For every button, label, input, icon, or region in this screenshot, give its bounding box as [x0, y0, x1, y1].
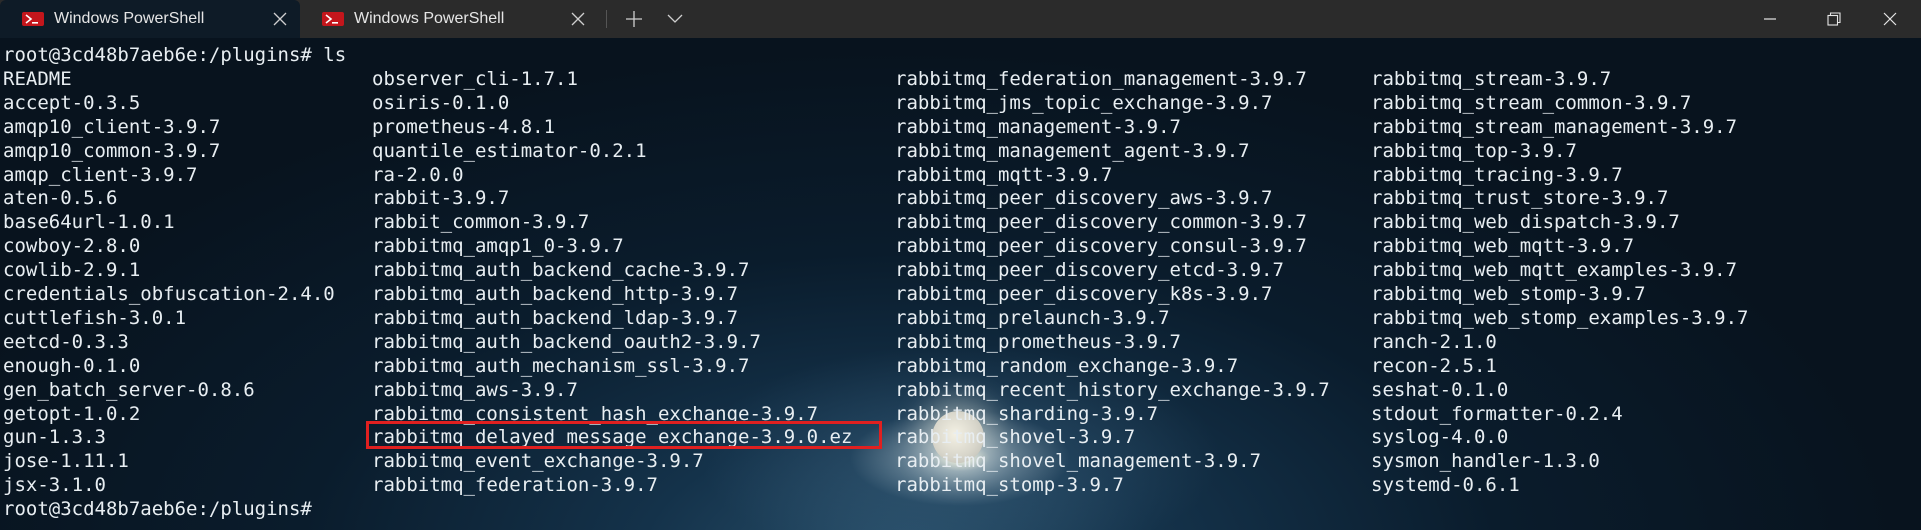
file-entry: rabbitmq_tracing-3.9.7 — [1371, 163, 1623, 186]
file-entry: amqp_client-3.9.7 — [3, 163, 198, 186]
powershell-icon — [22, 12, 44, 26]
file-entry: rabbitmq_stream_management-3.9.7 — [1371, 115, 1738, 138]
file-entry: rabbitmq_web_mqtt_examples-3.9.7 — [1371, 259, 1738, 282]
file-entry: quantile_estimator-0.2.1 — [372, 139, 647, 162]
minimize-button[interactable] — [1740, 0, 1800, 38]
close-tab-icon[interactable] — [568, 9, 588, 29]
file-entry: gun-1.3.3 — [3, 426, 106, 449]
file-entry: rabbitmq_amqp1_0-3.9.7 — [372, 235, 624, 258]
file-entry: aten-0.5.6 — [3, 187, 118, 210]
file-entry: ra-2.0.0 — [372, 163, 464, 186]
file-entry: rabbitmq_peer_discovery_common-3.9.7 — [895, 211, 1307, 234]
file-entry: accept-0.3.5 — [3, 91, 141, 114]
restore-icon — [1827, 12, 1841, 26]
file-entry: eetcd-0.3.3 — [3, 330, 129, 353]
file-entry: rabbitmq_web_stomp_examples-3.9.7 — [1371, 306, 1749, 329]
file-entry: osiris-0.1.0 — [372, 91, 510, 114]
file-entry: rabbitmq_sharding-3.9.7 — [895, 402, 1159, 425]
tab-powershell-2[interactable]: Windows PowerShell — [300, 0, 598, 38]
file-entry: rabbitmq_stomp-3.9.7 — [895, 474, 1124, 497]
file-entry: rabbitmq_shovel-3.9.7 — [895, 426, 1136, 449]
file-entry: ranch-2.1.0 — [1371, 330, 1497, 353]
file-entry: cowlib-2.9.1 — [3, 259, 141, 282]
file-entry: rabbitmq_web_mqtt-3.9.7 — [1371, 235, 1635, 258]
tab-dropdown-button[interactable] — [650, 0, 700, 38]
file-entry: rabbitmq_auth_backend_oauth2-3.9.7 — [372, 330, 761, 353]
file-entry: syslog-4.0.0 — [1371, 426, 1509, 449]
file-entry: rabbitmq_management-3.9.7 — [895, 115, 1181, 138]
file-entry: rabbitmq_random_exchange-3.9.7 — [895, 354, 1239, 377]
file-entry: rabbitmq_auth_mechanism_ssl-3.9.7 — [372, 354, 750, 377]
file-entry: jsx-3.1.0 — [3, 474, 106, 497]
file-entry: rabbitmq_stream_common-3.9.7 — [1371, 91, 1692, 114]
file-entry: README — [3, 67, 72, 90]
file-entry: stdout_formatter-0.2.4 — [1371, 402, 1623, 425]
file-entry: rabbitmq_shovel_management-3.9.7 — [895, 450, 1262, 473]
file-entry: rabbitmq_stream-3.9.7 — [1371, 67, 1612, 90]
file-entry: rabbitmq_prometheus-3.9.7 — [895, 330, 1181, 353]
powershell-icon — [322, 12, 344, 26]
file-entry: rabbitmq_prelaunch-3.9.7 — [895, 306, 1170, 329]
file-entry: rabbitmq_federation_management-3.9.7 — [895, 67, 1307, 90]
file-entry: observer_cli-1.7.1 — [372, 67, 578, 90]
maximize-button[interactable] — [1804, 0, 1864, 38]
minimize-icon — [1764, 18, 1776, 20]
file-entry: enough-0.1.0 — [3, 354, 141, 377]
file-entry: rabbit_common-3.9.7 — [372, 211, 590, 234]
file-entry: rabbitmq_peer_discovery_aws-3.9.7 — [895, 187, 1273, 210]
prompt-line: root@3cd48b7aeb6e:/plugins# — [3, 498, 312, 521]
file-entry: prometheus-4.8.1 — [372, 115, 556, 138]
tab-label: Windows PowerShell — [354, 10, 505, 27]
file-entry: rabbitmq_auth_backend_cache-3.9.7 — [372, 259, 750, 282]
highlight-box — [366, 421, 882, 449]
file-entry: systemd-0.6.1 — [1371, 474, 1520, 497]
file-entry: rabbitmq_peer_discovery_etcd-3.9.7 — [895, 259, 1284, 282]
close-icon — [1883, 12, 1897, 26]
file-entry: rabbitmq_peer_discovery_k8s-3.9.7 — [895, 283, 1273, 305]
file-entry: cowboy-2.8.0 — [3, 235, 141, 258]
tab-powershell-1[interactable]: Windows PowerShell — [0, 0, 300, 38]
tab-label: Windows PowerShell — [54, 10, 205, 27]
plus-icon — [626, 11, 642, 27]
file-entry: rabbitmq_jms_topic_exchange-3.9.7 — [895, 91, 1273, 114]
file-entry: gen_batch_server-0.8.6 — [3, 378, 255, 401]
file-entry: rabbitmq_management_agent-3.9.7 — [895, 139, 1250, 162]
terminal-output[interactable]: root@3cd48b7aeb6e:/plugins# ls README acce… — [0, 38, 1921, 530]
file-entry: rabbitmq_recent_history_exchange-3.9.7 — [895, 378, 1330, 401]
file-entry: amqp10_client-3.9.7 — [3, 115, 221, 138]
file-entry: rabbitmq_top-3.9.7 — [1371, 139, 1577, 162]
file-entry: rabbitmq_event_exchange-3.9.7 — [372, 450, 704, 473]
file-entry: cuttlefish-3.0.1 — [3, 306, 187, 329]
file-entry: rabbitmq_aws-3.9.7 — [372, 378, 578, 401]
file-entry: rabbitmq_peer_discovery_consul-3.9.7 — [895, 235, 1307, 258]
close-window-button[interactable] — [1860, 0, 1920, 38]
file-entry: rabbitmq_web_dispatch-3.9.7 — [1371, 211, 1680, 234]
file-entry: amqp10_common-3.9.7 — [3, 139, 221, 162]
file-entry: credentials_obfuscation-2.4.0 — [3, 283, 335, 305]
file-entry: rabbitmq_auth_backend_ldap-3.9.7 — [372, 306, 739, 329]
file-entry: rabbit-3.9.7 — [372, 187, 510, 210]
file-entry: base64url-1.0.1 — [3, 211, 175, 234]
file-entry: seshat-0.1.0 — [1371, 378, 1509, 401]
chevron-down-icon — [667, 14, 683, 23]
file-entry: rabbitmq_mqtt-3.9.7 — [895, 163, 1113, 186]
file-entry: recon-2.5.1 — [1371, 354, 1497, 377]
file-entry: rabbitmq_auth_backend_http-3.9.7 — [372, 283, 739, 305]
title-bar: Windows PowerShell Windows PowerShell — [0, 0, 1921, 38]
file-entry: getopt-1.0.2 — [3, 402, 141, 425]
close-tab-icon[interactable] — [270, 9, 290, 29]
file-entry: rabbitmq_trust_store-3.9.7 — [1371, 187, 1669, 210]
prompt-command-line: root@3cd48b7aeb6e:/plugins# ls — [3, 44, 347, 66]
file-entry: sysmon_handler-1.3.0 — [1371, 450, 1600, 473]
file-entry: jose-1.11.1 — [3, 450, 129, 473]
file-entry: rabbitmq_web_stomp-3.9.7 — [1371, 283, 1646, 305]
file-entry: rabbitmq_federation-3.9.7 — [372, 474, 658, 497]
